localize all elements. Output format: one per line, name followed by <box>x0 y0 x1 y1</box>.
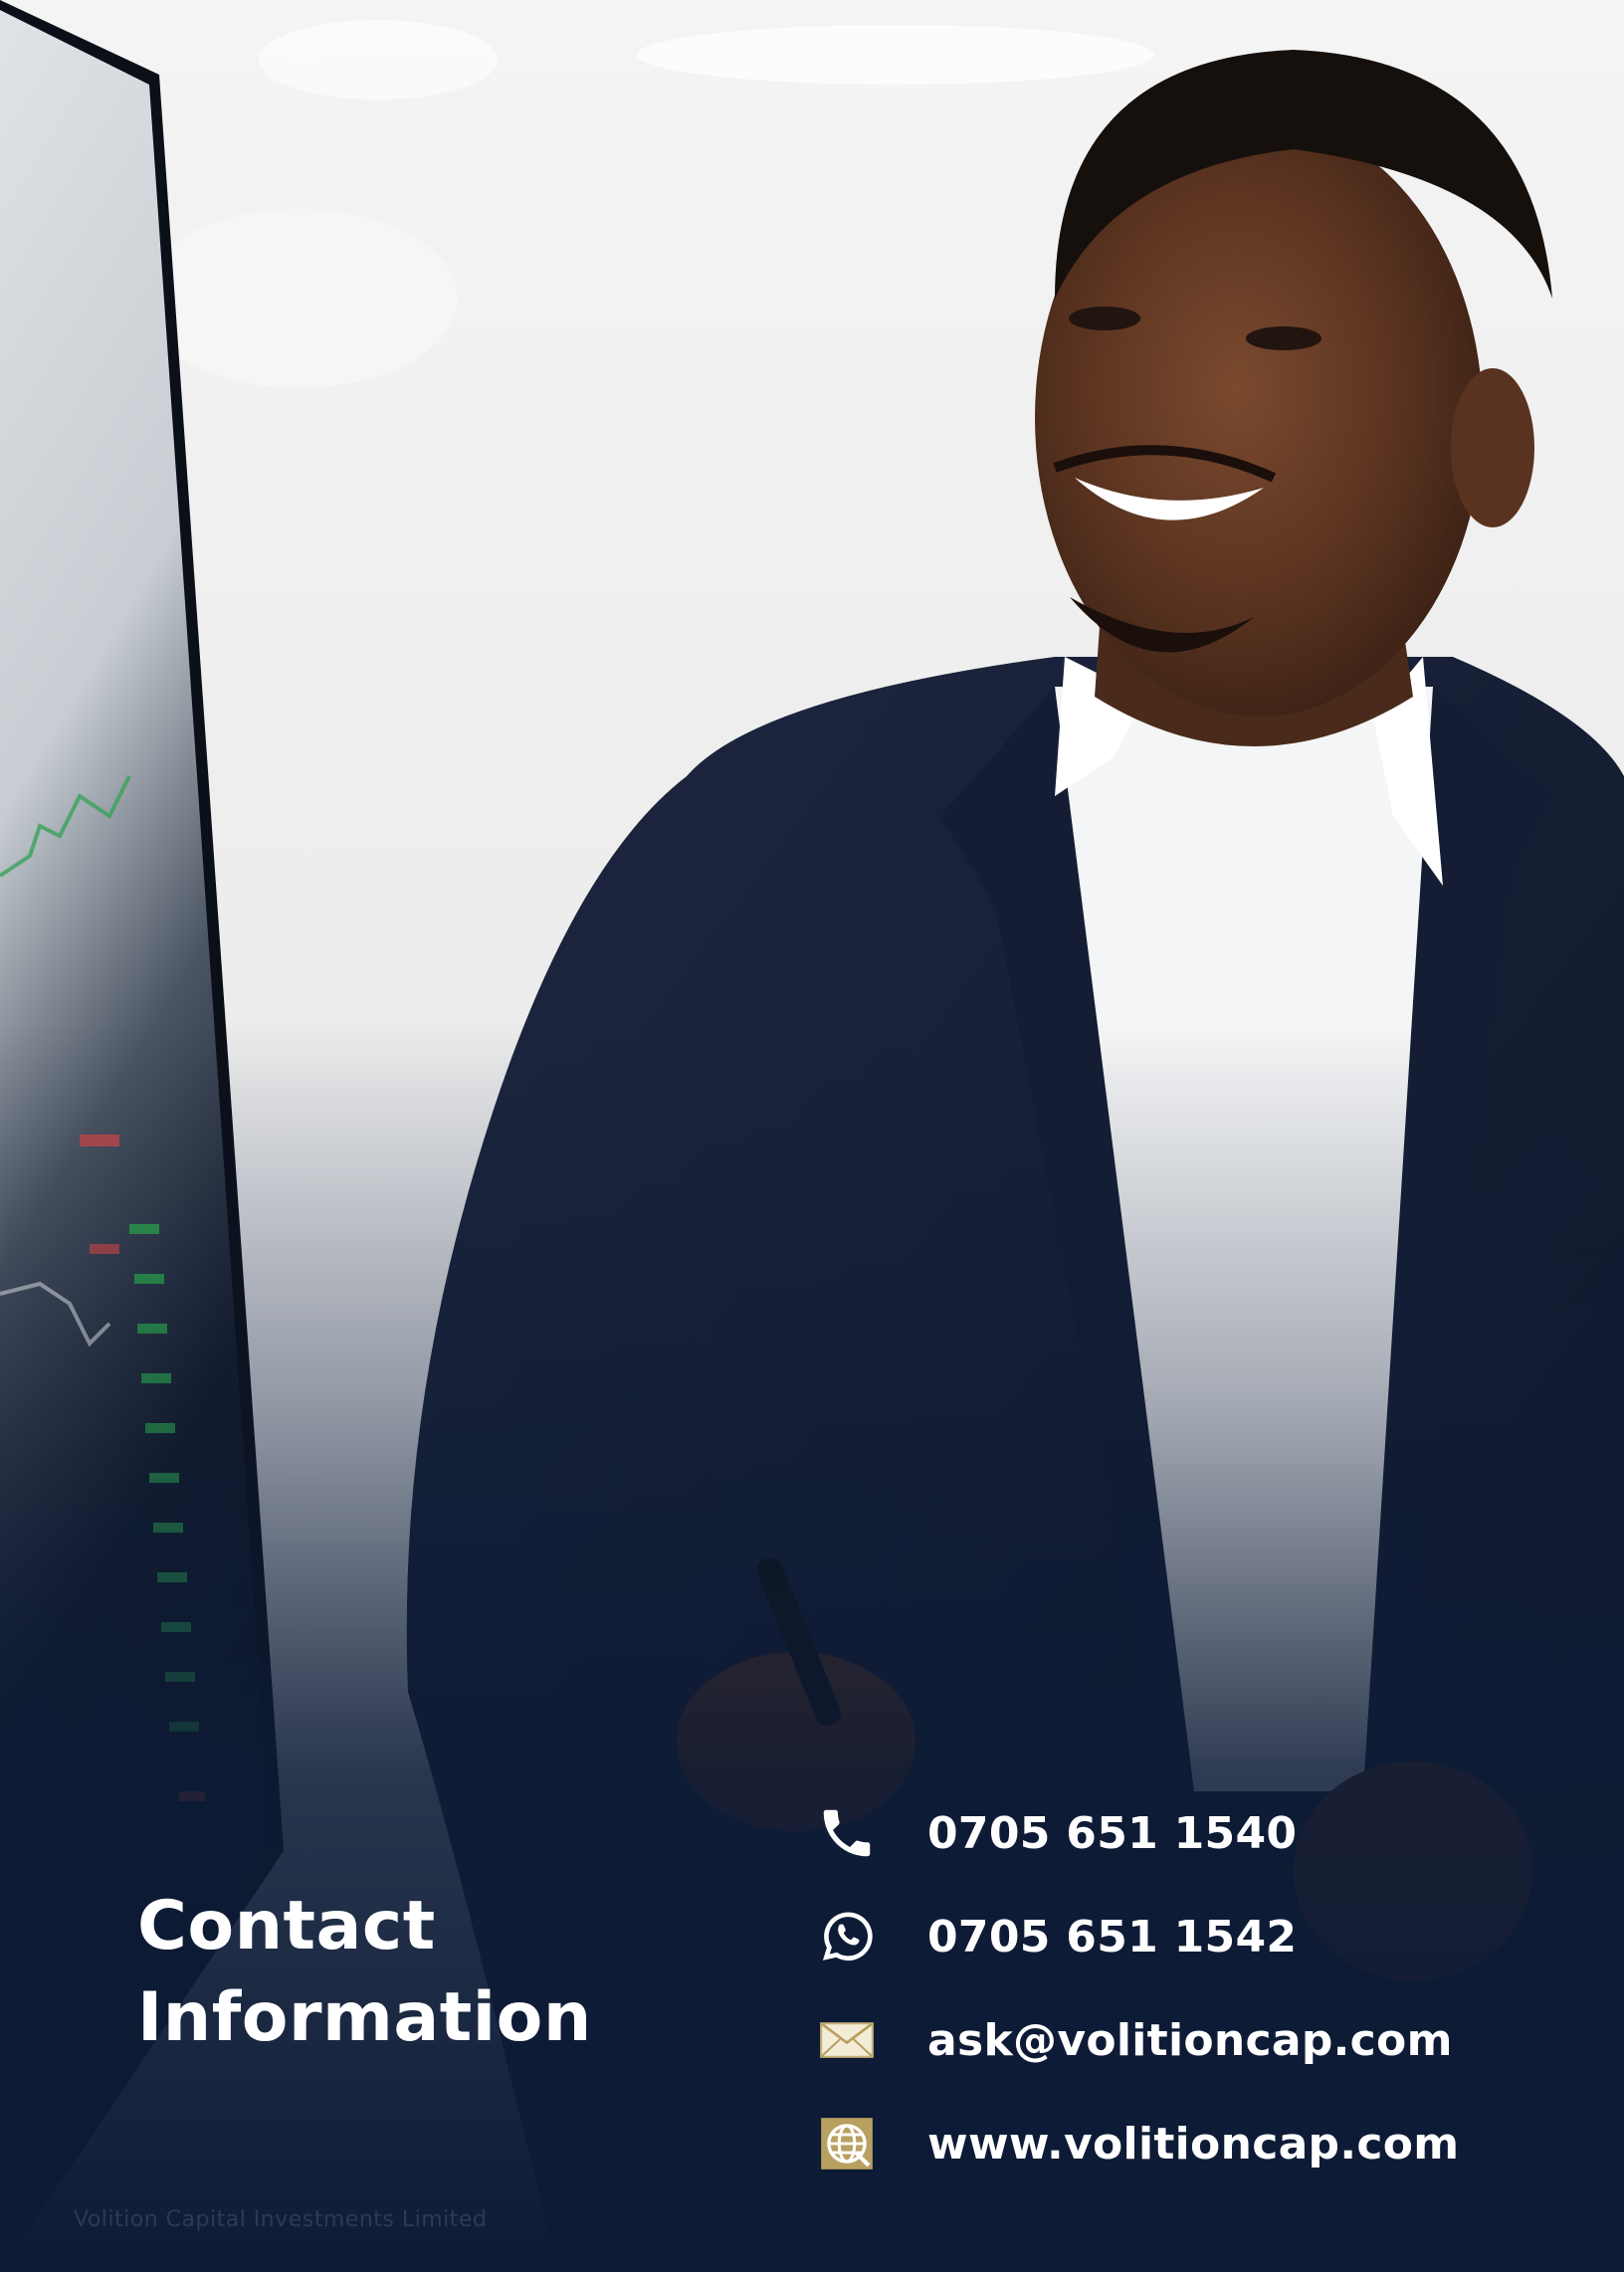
heading-line-2: Information <box>137 1978 592 2057</box>
globe-icon <box>816 2113 878 2174</box>
contact-list: 0705 651 1540 0705 651 1542 ask@volition… <box>816 1781 1592 2195</box>
phone-number[interactable]: 0705 651 1540 <box>927 1808 1297 1859</box>
footer-company-name: Volition Capital Investments Limited <box>74 2207 488 2232</box>
contact-page: Contact Information 0705 651 1540 0705 6… <box>0 0 1624 2272</box>
email-icon <box>816 2009 878 2071</box>
website-url[interactable]: www.volitioncap.com <box>927 2119 1459 2169</box>
contact-item-whatsapp[interactable]: 0705 651 1542 <box>816 1885 1592 1988</box>
email-address[interactable]: ask@volitioncap.com <box>927 2015 1453 2066</box>
contact-item-phone[interactable]: 0705 651 1540 <box>816 1781 1592 1885</box>
whatsapp-number[interactable]: 0705 651 1542 <box>927 1912 1297 1962</box>
heading-line-1: Contact <box>137 1887 436 1965</box>
contact-item-website[interactable]: www.volitioncap.com <box>816 2092 1592 2195</box>
contact-information-heading: Contact Information <box>137 1881 592 2064</box>
contact-item-email[interactable]: ask@volitioncap.com <box>816 1988 1592 2092</box>
phone-icon <box>816 1802 878 1864</box>
whatsapp-icon <box>816 1906 878 1967</box>
